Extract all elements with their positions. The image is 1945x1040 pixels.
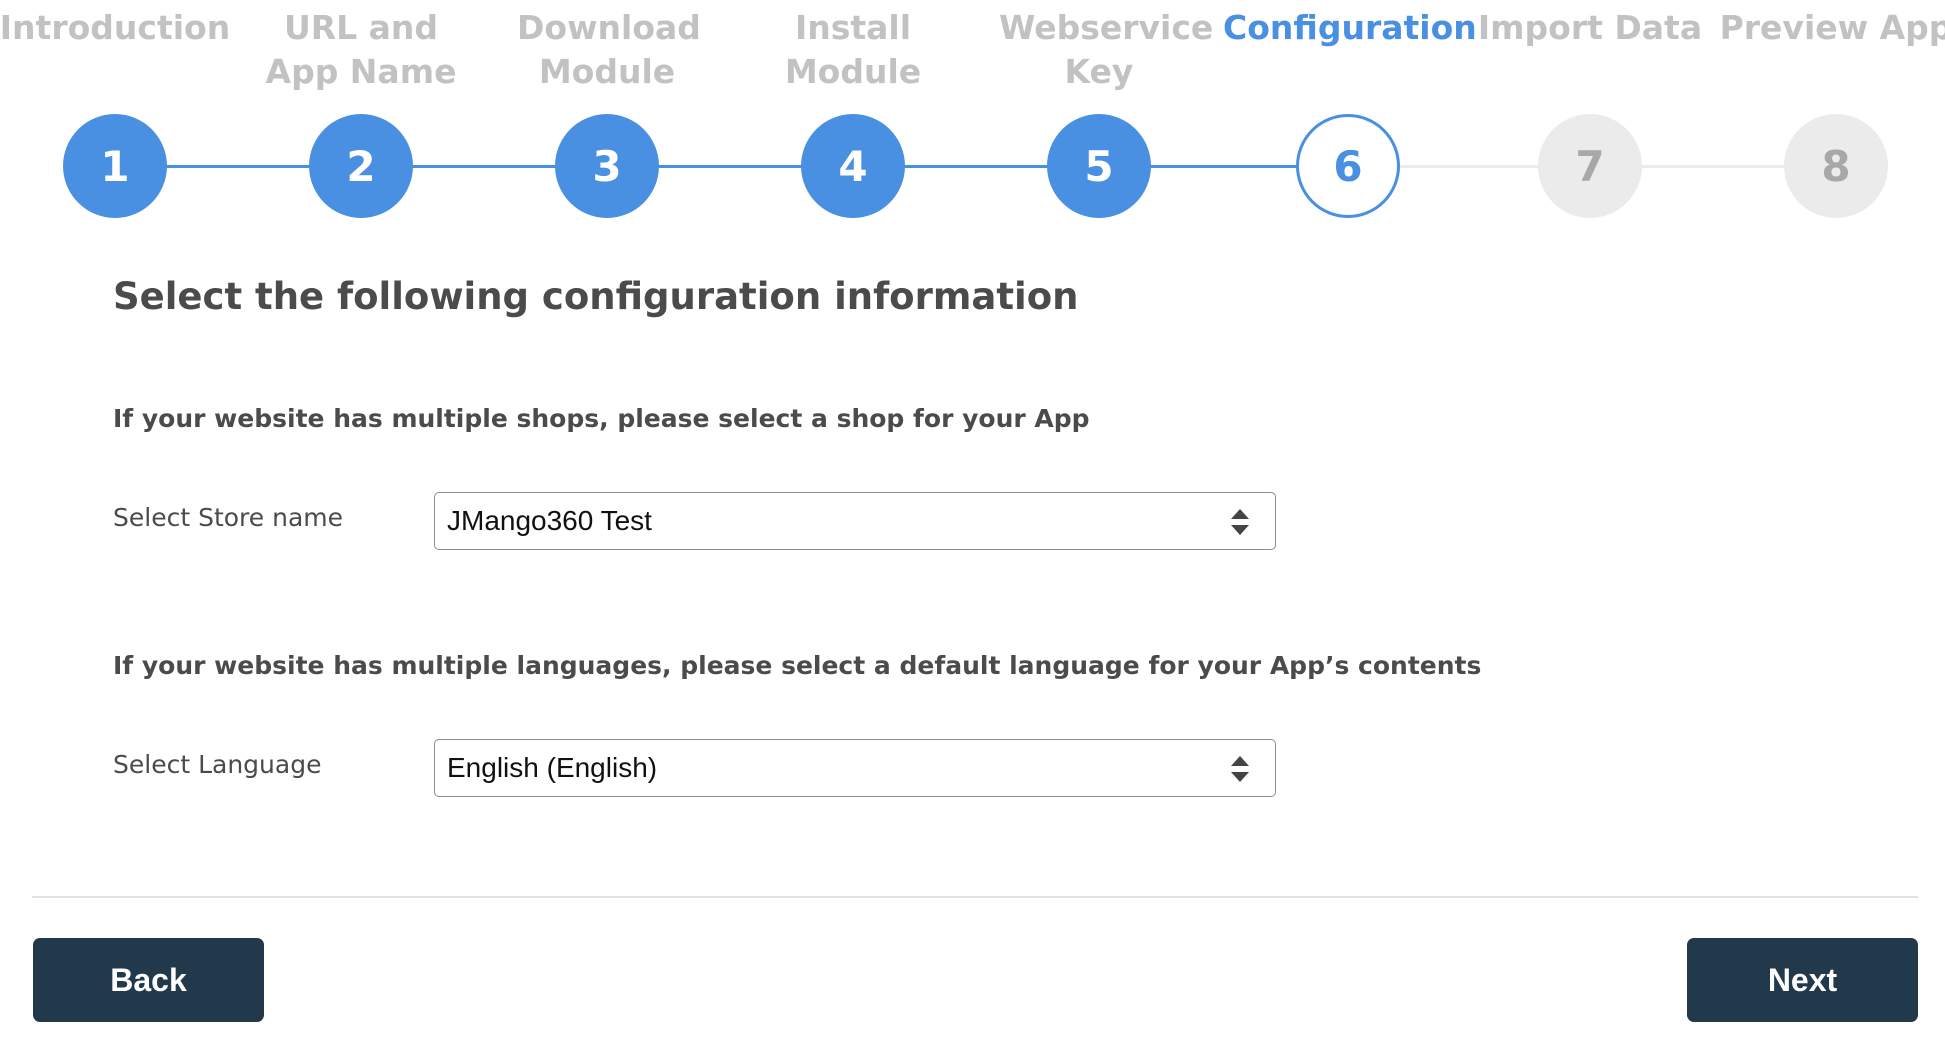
step-circle-2[interactable]: 2 <box>309 114 413 218</box>
language-section-description: If your website has multiple languages, … <box>113 651 1482 680</box>
select-updown-arrows-icon <box>1231 756 1249 782</box>
store-name-select[interactable]: JMango360 Test <box>434 492 1276 550</box>
step-label-preview-app: Preview App <box>1719 8 1945 47</box>
step-circle-6[interactable]: 6 <box>1296 114 1400 218</box>
select-updown-arrows-icon <box>1231 509 1249 535</box>
step-label-introduction[interactable]: Introduction <box>0 6 235 50</box>
step-circle-1[interactable]: 1 <box>63 114 167 218</box>
step-circle-3[interactable]: 3 <box>555 114 659 218</box>
step-label-url-and-app-name[interactable]: URL and App Name <box>256 6 466 94</box>
step-label-install-module[interactable]: Install Module <box>778 6 928 94</box>
step-label-import-data: Import Data <box>1477 8 1703 47</box>
store-name-selected-value: JMango360 Test <box>447 505 652 536</box>
page-title: Select the following configuration infor… <box>113 275 1079 318</box>
step-circle-7: 7 <box>1538 114 1642 218</box>
step-circle-4[interactable]: 4 <box>801 114 905 218</box>
progress-line-completed <box>115 165 1348 168</box>
step-circle-8: 8 <box>1784 114 1888 218</box>
language-selected-value: English (English) <box>447 752 658 783</box>
shop-section-description: If your website has multiple shops, plea… <box>113 404 1090 433</box>
next-button[interactable]: Next <box>1687 938 1918 1022</box>
language-select[interactable]: English (English) <box>434 739 1276 797</box>
language-label: Select Language <box>113 750 322 779</box>
step-label-webservice-key[interactable]: Webservice Key <box>999 6 1213 94</box>
step-label-download-module[interactable]: Download Module <box>517 6 701 94</box>
step-circle-5[interactable]: 5 <box>1047 114 1151 218</box>
store-name-label: Select Store name <box>113 503 343 532</box>
wizard-stepper: Introduction URL and App Name Download M… <box>0 0 1945 230</box>
step-label-configuration[interactable]: Configuration <box>1223 6 1477 50</box>
footer-divider <box>32 896 1918 898</box>
back-button[interactable]: Back <box>33 938 264 1022</box>
